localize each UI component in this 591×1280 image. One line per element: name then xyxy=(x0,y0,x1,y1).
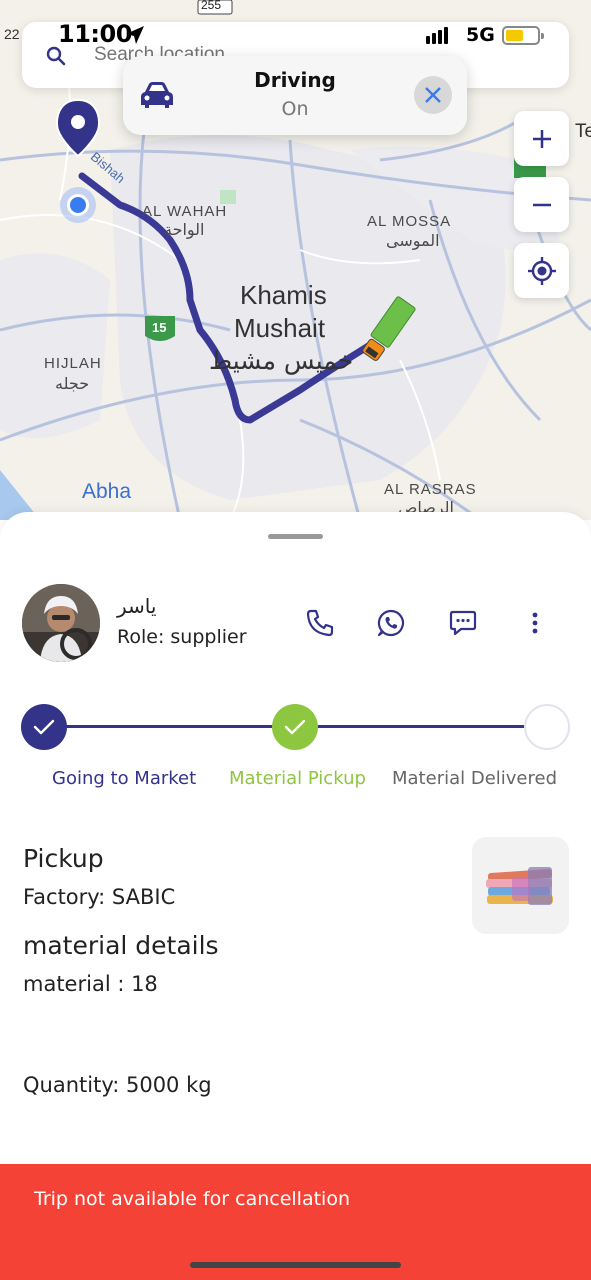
chat-button[interactable] xyxy=(446,606,480,640)
check-icon xyxy=(284,719,306,735)
driver-role: Role: supplier xyxy=(117,626,247,648)
cellular-signal-icon xyxy=(426,27,448,44)
material-details-title: material details xyxy=(23,931,219,960)
status-time: 11:00 xyxy=(58,20,132,48)
map-label-al-wahah: AL WAHAH xyxy=(142,203,228,220)
map-label-hijlah-ar: حجله xyxy=(55,374,90,393)
home-indicator[interactable] xyxy=(190,1262,401,1268)
material-thumbnail[interactable] xyxy=(472,837,569,934)
map-label-edge-te: Te xyxy=(575,121,591,142)
factory-text: Factory: SABIC xyxy=(23,885,176,909)
my-location-button[interactable] xyxy=(514,243,569,298)
map-label-al-mossa: AL MOSSA xyxy=(367,213,452,230)
step-connector-1 xyxy=(66,725,274,728)
map-label-khamis-ar: خميس مشيط xyxy=(209,346,354,375)
map-label-al-wahah-ar: الواحة xyxy=(164,220,205,239)
map-label-abha: Abha xyxy=(82,480,132,503)
more-vertical-icon xyxy=(532,612,538,634)
zoom-in-button[interactable] xyxy=(514,111,569,166)
whatsapp-icon xyxy=(377,609,405,637)
battery-icon xyxy=(502,26,544,45)
map-label-al-rasras: AL RASRAS xyxy=(384,481,477,498)
check-icon xyxy=(33,719,55,735)
step-label-material-delivered: Material Delivered xyxy=(392,768,558,789)
more-options-button[interactable] xyxy=(518,606,552,640)
step-connector-2 xyxy=(318,725,526,728)
network-type: 5G xyxy=(466,24,495,46)
step-label-material-pickup: Material Pickup xyxy=(229,768,366,789)
driving-close-button[interactable] xyxy=(414,76,452,114)
cancellation-banner-text: Trip not available for cancellation xyxy=(34,1188,350,1210)
quantity-text: Quantity: 5000 kg xyxy=(23,1073,212,1097)
map-label-khamis: Khamis xyxy=(240,280,327,310)
driver-name: ياسر xyxy=(117,594,157,618)
step-going-to-market-dot xyxy=(21,704,67,750)
call-button[interactable] xyxy=(303,606,337,640)
driving-mode-card: Driving On xyxy=(123,56,467,135)
map-label-al-mossa-ar: الموسى xyxy=(386,231,440,250)
material-image xyxy=(472,837,569,934)
map-label-mushait: Mushait xyxy=(234,313,326,343)
step-label-going-to-market: Going to Market xyxy=(52,768,197,789)
chat-bubble-icon xyxy=(449,610,477,636)
minus-icon xyxy=(532,203,551,206)
close-icon xyxy=(425,87,441,103)
whatsapp-button[interactable] xyxy=(374,606,408,640)
status-bar: 11:00 5G xyxy=(0,0,591,60)
avatar-photo xyxy=(22,584,100,662)
step-material-pickup-dot xyxy=(272,704,318,750)
avatar xyxy=(22,584,100,662)
location-arrow-icon xyxy=(126,26,144,44)
sheet-drag-handle[interactable] xyxy=(268,534,323,539)
material-text: material : 18 xyxy=(23,972,158,996)
zoom-out-button[interactable] xyxy=(514,177,569,232)
phone-icon xyxy=(306,609,334,637)
map-label-route-15: 15 xyxy=(152,320,167,335)
map-label-hijlah: HIJLAH xyxy=(44,355,102,372)
step-material-delivered-dot xyxy=(524,704,570,750)
plus-icon xyxy=(532,129,551,148)
crosshair-icon xyxy=(527,256,556,285)
pickup-title: Pickup xyxy=(23,844,104,873)
